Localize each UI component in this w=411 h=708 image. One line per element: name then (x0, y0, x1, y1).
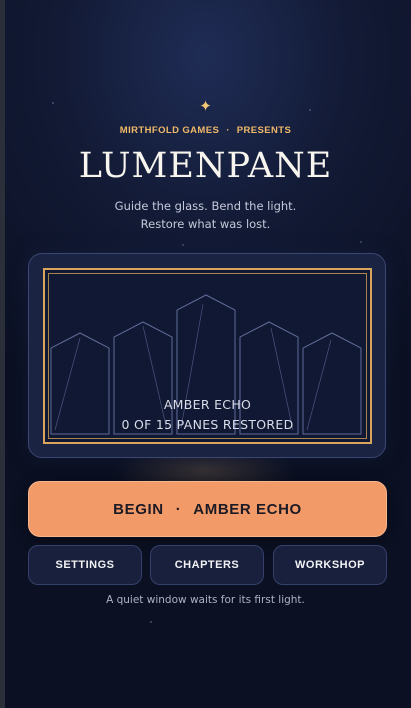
workshop-button[interactable]: WORKSHOP (273, 545, 387, 585)
presents-label: PRESENTS (236, 125, 292, 136)
publisher-separator: · (226, 125, 230, 136)
workshop-label: WORKSHOP (295, 559, 365, 571)
pane-arch-3 (176, 294, 236, 435)
pane-crack (142, 325, 168, 431)
chapters-label: CHAPTERS (174, 559, 240, 571)
tagline-line-2: Restore what was lost. (140, 217, 271, 231)
panes-progress: 0 OF 15 PANES RESTORED (121, 417, 294, 432)
background-star (150, 621, 152, 623)
background-star (182, 244, 184, 246)
settings-button[interactable]: SETTINGS (28, 545, 142, 585)
begin-level-label: AMBER ECHO (193, 500, 302, 518)
begin-separator: · (175, 500, 182, 518)
game-title: LUMENPANE (78, 146, 333, 186)
level-name: AMBER ECHO (163, 397, 252, 412)
chapters-button[interactable]: CHAPTERS (150, 545, 264, 585)
sparkle-icon: ✦ (199, 97, 212, 115)
publisher-name: MIRTHFOLD GAMES (119, 125, 220, 136)
begin-button[interactable]: BEGIN · AMBER ECHO (28, 481, 387, 537)
settings-label: SETTINGS (55, 559, 115, 571)
tagline-line-1: Guide the glass. Bend the light. (114, 199, 297, 213)
footer-message: A quiet window waits for its first light… (106, 594, 305, 606)
background-star (360, 241, 362, 243)
tagline: Guide the glass. Bend the light. Restore… (0, 197, 411, 233)
begin-label: BEGIN (113, 500, 164, 518)
pane-crack (270, 327, 294, 431)
publisher-line: MIRTHFOLD GAMES · PRESENTS (0, 125, 411, 136)
